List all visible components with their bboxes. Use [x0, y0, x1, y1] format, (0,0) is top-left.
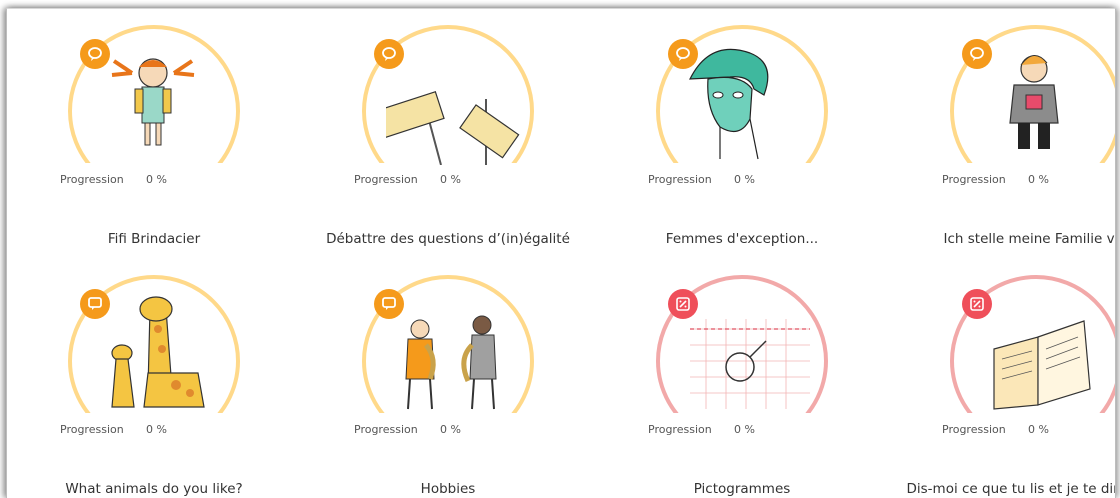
speech-bubble-icon	[962, 39, 992, 69]
course-title[interactable]: Femmes d'exception...	[595, 231, 889, 247]
progress-label: Progression	[60, 423, 124, 436]
progress-label: Progression	[354, 173, 418, 186]
course-title[interactable]: Fifi Brindacier	[7, 231, 301, 247]
boy-illustration	[1009, 55, 1059, 149]
course-card-dis-moi[interactable]: Progression 0 % Dis-moi ce que tu lis et…	[889, 259, 1116, 498]
percent-icon	[668, 289, 698, 319]
chat-square-icon	[374, 289, 404, 319]
course-title[interactable]: Dis-moi ce que tu lis et je te dirai qui…	[889, 481, 1116, 497]
girl-illustration	[111, 58, 195, 146]
progress-value: 0 %	[146, 423, 167, 436]
progress-label: Progression	[942, 423, 1006, 436]
progress-label: Progression	[942, 173, 1006, 186]
speech-bubble-icon	[80, 39, 110, 69]
course-card-debattre[interactable]: Progression 0 % Débattre des questions d…	[301, 9, 595, 259]
progress-label: Progression	[648, 423, 712, 436]
saxophone-players-illustration	[405, 315, 497, 410]
debate-signs-illustration	[386, 90, 520, 165]
progress-label: Progression	[60, 173, 124, 186]
course-grid: Progression 0 % Fifi Brindacier Progress…	[7, 9, 1115, 498]
course-title[interactable]: What animals do you like?	[7, 481, 301, 497]
open-book-illustration	[993, 320, 1091, 410]
progress-value: 0 %	[734, 173, 755, 186]
progress-value: 0 %	[1028, 173, 1049, 186]
woman-portrait-illustration	[689, 48, 769, 160]
course-card-hobbies[interactable]: Progression 0 % Hobbies	[301, 259, 595, 498]
course-title[interactable]: Hobbies	[301, 481, 595, 497]
course-card-familie[interactable]: Progression 0 % Ich stelle meine Familie…	[889, 9, 1115, 259]
course-title[interactable]: Ich stelle meine Familie vor	[889, 231, 1115, 247]
progress-value: 0 %	[440, 173, 461, 186]
speech-bubble-icon	[374, 39, 404, 69]
progress-value: 0 %	[734, 423, 755, 436]
course-card-pictogrammes[interactable]: Progression 0 % Pictogrammes	[595, 259, 889, 498]
progress-label: Progression	[354, 423, 418, 436]
course-grid-frame: Progression 0 % Fifi Brindacier Progress…	[6, 8, 1116, 498]
course-card-femmes[interactable]: Progression 0 % Femmes d'exception...	[595, 9, 889, 259]
percent-icon	[962, 289, 992, 319]
progress-label: Progression	[648, 173, 712, 186]
graph-illustration	[690, 319, 810, 409]
progress-value: 0 %	[146, 173, 167, 186]
speech-bubble-icon	[668, 39, 698, 69]
course-title[interactable]: Pictogrammes	[595, 481, 889, 497]
course-title[interactable]: Débattre des questions d’(in)égalité	[301, 231, 595, 247]
course-card-animals[interactable]: Progression 0 % What animals do you like…	[7, 259, 301, 498]
course-card-fifi-brindacier[interactable]: Progression 0 % Fifi Brindacier	[7, 9, 301, 259]
progress-value: 0 %	[440, 423, 461, 436]
progress-value: 0 %	[1028, 423, 1049, 436]
chat-square-icon	[80, 289, 110, 319]
giraffes-illustration	[111, 296, 205, 408]
